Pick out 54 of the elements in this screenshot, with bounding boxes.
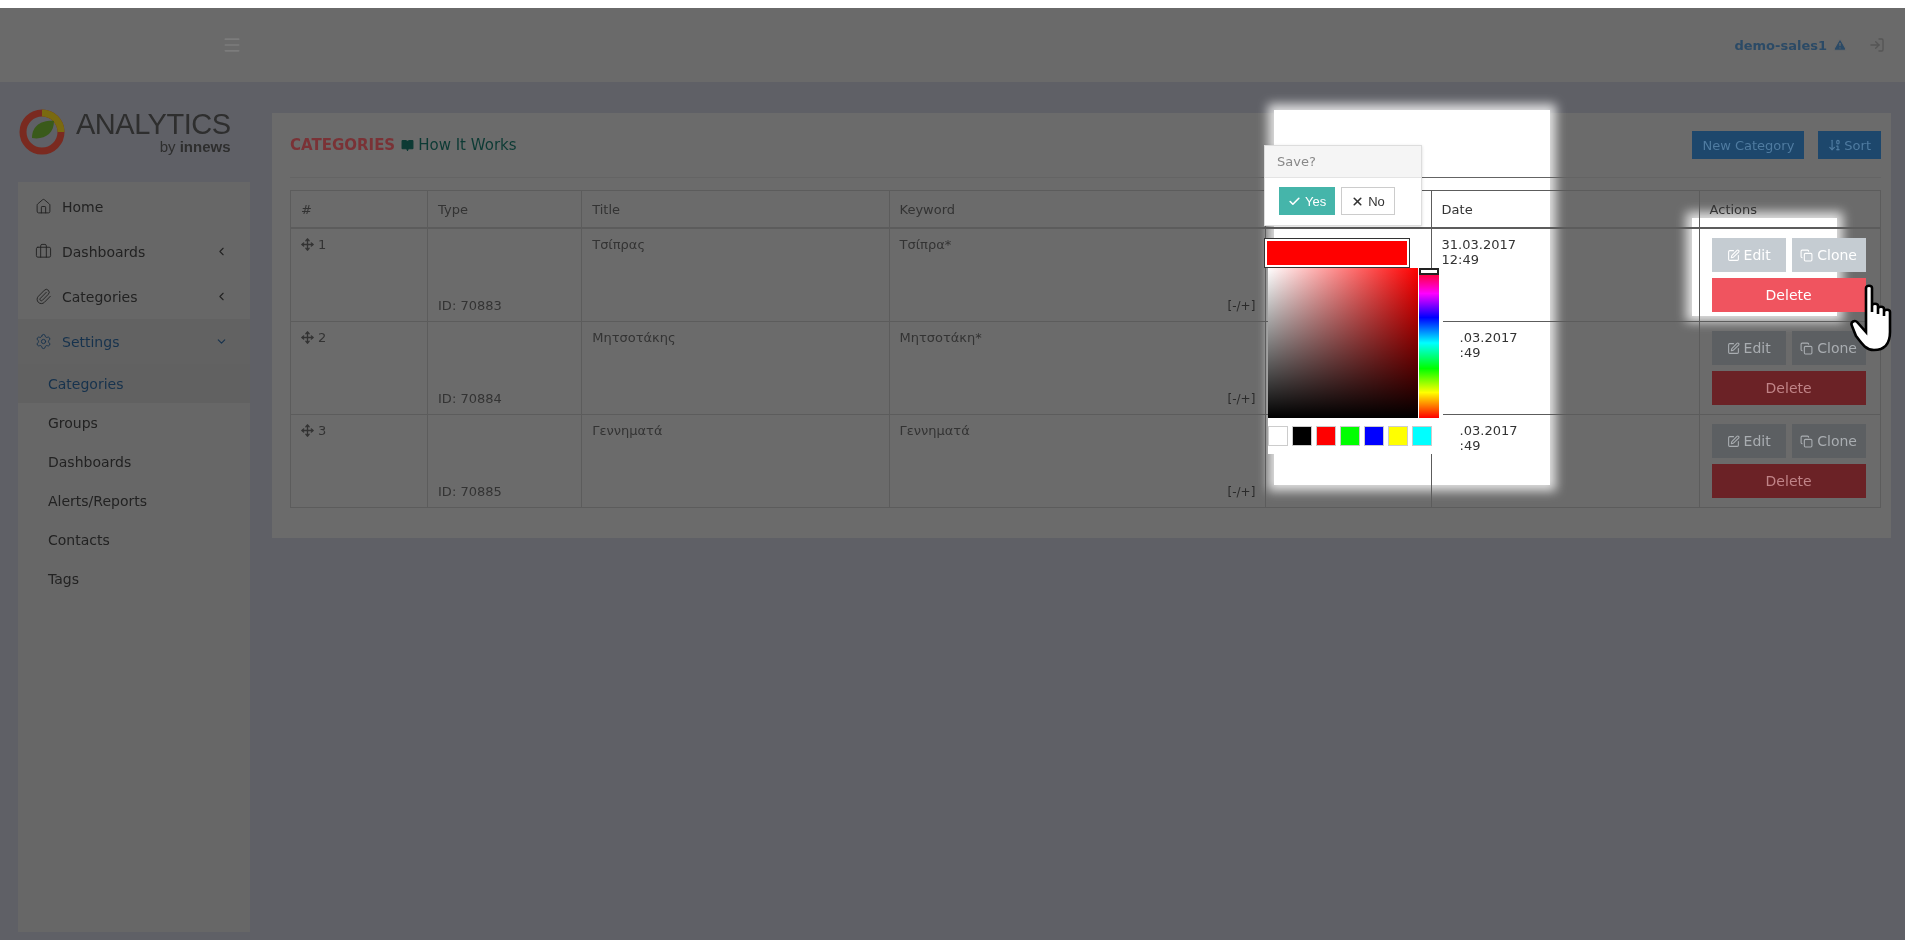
expand-toggle[interactable]: [-/+] xyxy=(1227,299,1256,313)
time-text: :49 xyxy=(1459,345,1482,360)
sidebar-item[interactable]: Settings xyxy=(18,319,250,364)
submenu-item[interactable]: Groups xyxy=(18,403,250,442)
sidebar-item[interactable]: Categories xyxy=(18,274,250,319)
logo-name: ANALYTICS xyxy=(76,110,231,139)
row-number: 2 xyxy=(301,330,418,345)
column-header: Type xyxy=(438,201,468,217)
column-header: Keyword xyxy=(899,201,956,217)
category-id: ID: 70883 xyxy=(438,298,503,313)
edit-button[interactable]: Edit xyxy=(1711,331,1786,365)
row-number: 3 xyxy=(301,423,418,438)
submenu-item[interactable]: Tags xyxy=(18,559,250,598)
user-name[interactable]: demo-sales1 xyxy=(1734,37,1827,53)
time-text: :49 xyxy=(1459,438,1482,453)
keyword-text: Γεννηματά xyxy=(899,423,971,438)
expand-toggle[interactable]: [-/+] xyxy=(1227,392,1256,406)
date-text: .03.2017 xyxy=(1459,423,1519,438)
column-header: Date xyxy=(1441,201,1473,217)
category-id: ID: 70885 xyxy=(438,484,503,499)
submenu-item[interactable]: Alerts/Reports xyxy=(18,481,250,520)
column-header: Title xyxy=(592,201,621,217)
save-prompt: Save? xyxy=(1277,154,1316,169)
clone-button[interactable]: Clone xyxy=(1791,238,1866,272)
edit-button[interactable]: Edit xyxy=(1711,238,1786,272)
category-title: Τσίπρας xyxy=(592,237,647,252)
delete-button[interactable]: Delete xyxy=(1711,278,1866,312)
category-title: Μητσοτάκης xyxy=(592,330,677,345)
submenu-item[interactable]: Dashboards xyxy=(18,442,250,481)
submenu-item[interactable]: Contacts xyxy=(18,520,250,559)
sidebar-item[interactable]: Dashboards xyxy=(18,229,250,274)
help-link[interactable]: How It Works xyxy=(401,136,517,154)
yes-button[interactable]: Yes xyxy=(1279,187,1336,215)
delete-button[interactable]: Delete xyxy=(1711,371,1866,405)
row-number: 1 xyxy=(301,237,418,252)
keyword-text: Τσίπρα* xyxy=(899,237,953,252)
no-button[interactable]: No xyxy=(1341,187,1395,215)
clone-button[interactable]: Clone xyxy=(1791,424,1866,458)
time-text: 12:49 xyxy=(1441,252,1481,267)
keyword-text: Μητσοτάκη* xyxy=(899,330,983,345)
edit-button[interactable]: Edit xyxy=(1711,424,1786,458)
submenu-item[interactable]: Categories xyxy=(18,364,250,403)
date-text: .03.2017 xyxy=(1459,330,1519,345)
logo-tagline: by innews xyxy=(159,139,231,154)
expand-toggle[interactable]: [-/+] xyxy=(1227,485,1256,499)
column-header: # xyxy=(301,201,312,217)
sidebar-item[interactable]: Home xyxy=(18,184,250,229)
delete-button[interactable]: Delete xyxy=(1711,464,1866,498)
date-text: 31.03.2017 xyxy=(1441,237,1517,252)
category-id: ID: 70884 xyxy=(438,391,503,406)
column-header: Actions xyxy=(1709,201,1758,217)
clone-button[interactable]: Clone xyxy=(1791,331,1866,365)
category-title: Γεννηματά xyxy=(592,423,664,438)
page-title: CATEGORIES xyxy=(290,136,396,154)
